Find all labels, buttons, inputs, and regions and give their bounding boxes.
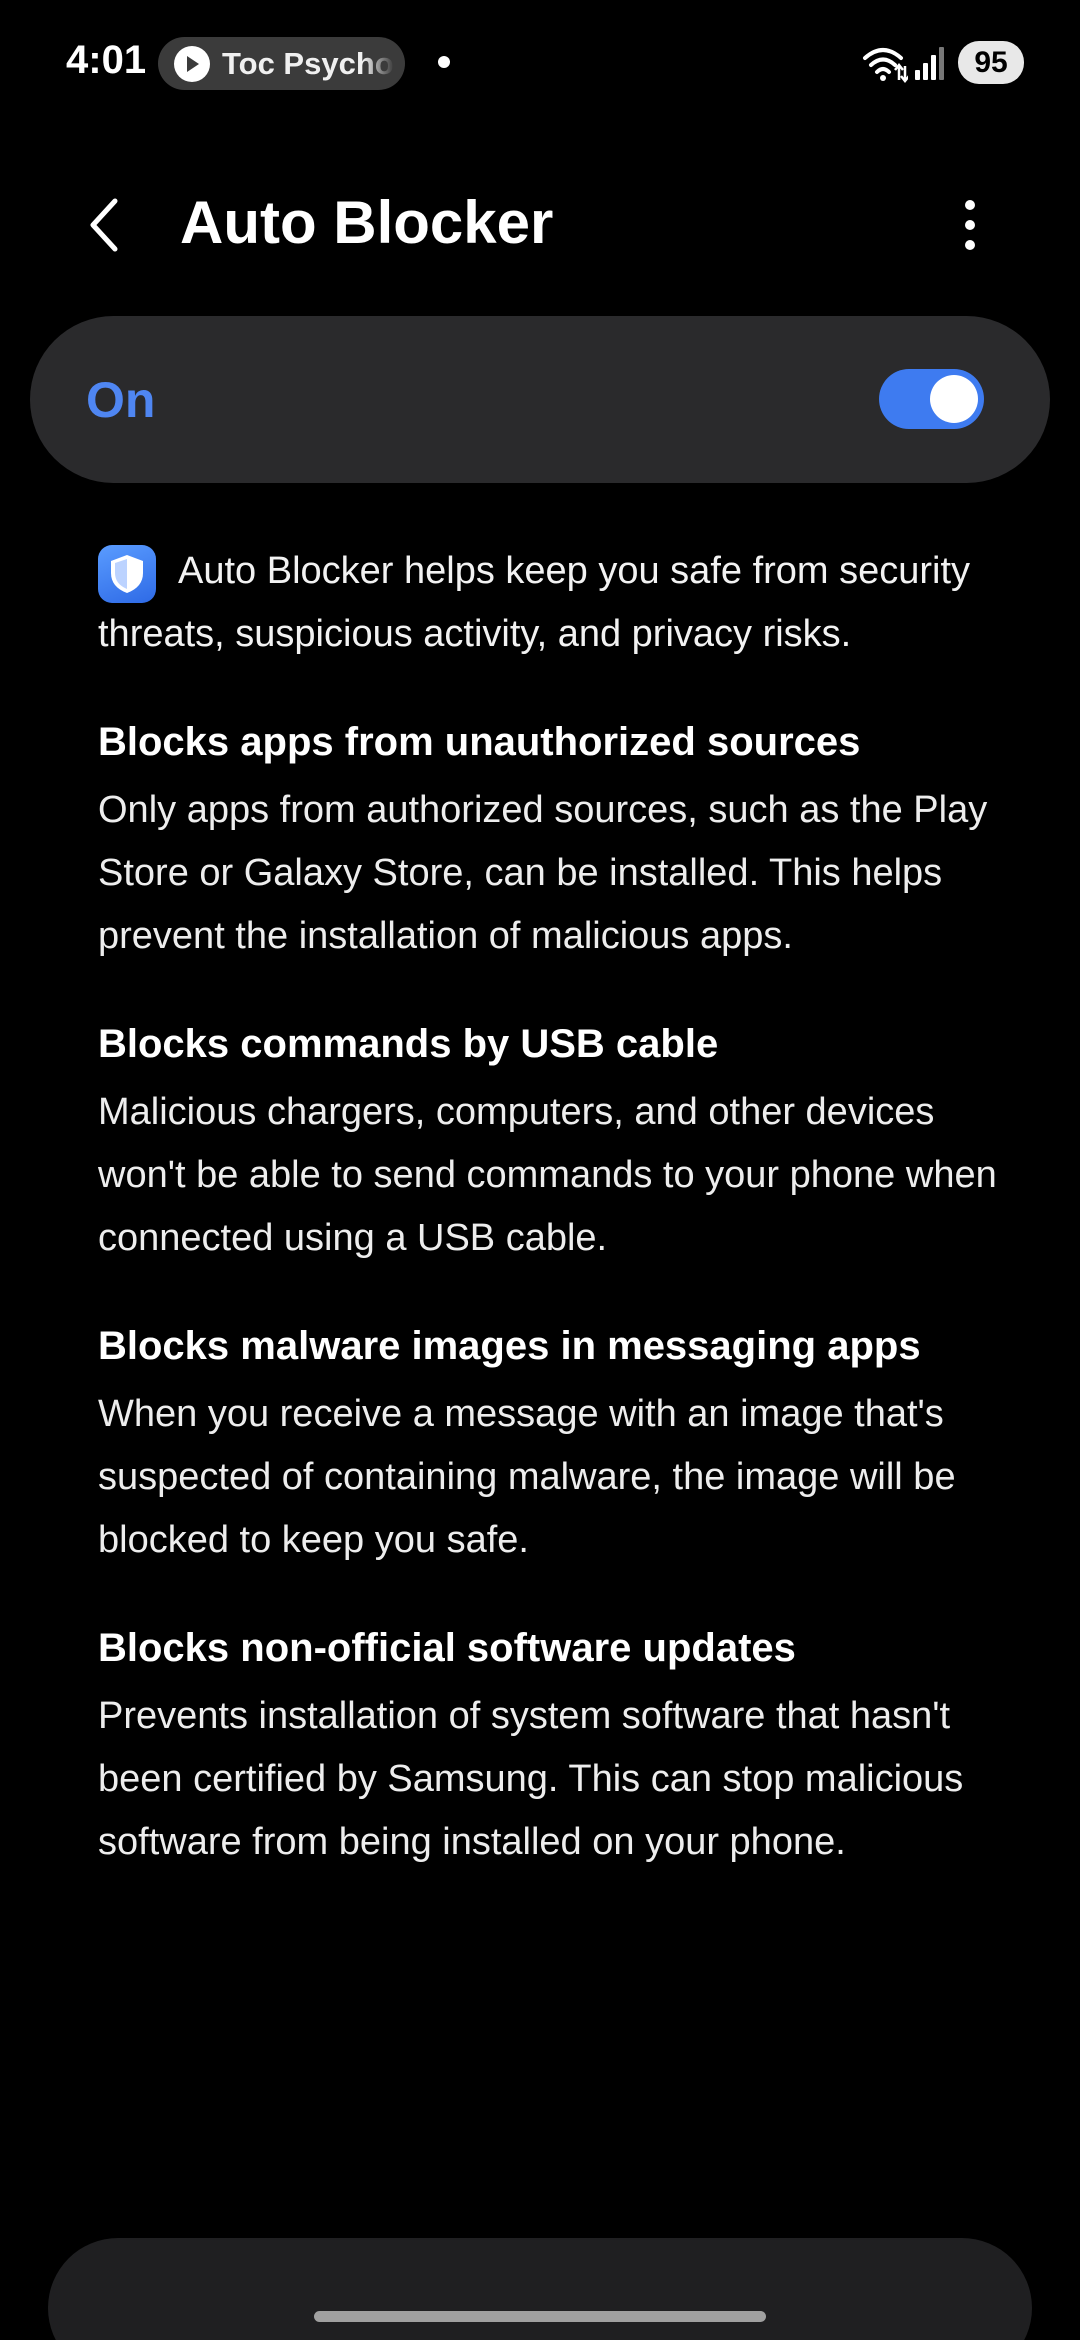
intro-paragraph: Auto Blocker helps keep you safe from se… [98, 540, 998, 666]
app-bar: Auto Blocker [0, 170, 1080, 270]
section-body: Prevents installation of system software… [98, 1695, 964, 1863]
cellular-signal-icon [915, 47, 944, 80]
next-settings-card[interactable] [48, 2238, 1032, 2340]
section-title: Blocks malware images in messaging apps [98, 1324, 921, 1368]
auto-blocker-toggle[interactable] [879, 369, 984, 429]
page-title: Auto Blocker [180, 189, 554, 256]
section-title: Blocks commands by USB cable [98, 1022, 719, 1066]
media-playing-pill[interactable]: Toc Psycho [158, 37, 405, 90]
wifi-icon [863, 48, 908, 84]
section-body: Malicious chargers, computers, and other… [98, 1091, 997, 1259]
toggle-knob [930, 375, 978, 423]
status-time: 4:01 [66, 38, 147, 82]
section-body: When you receive a message with an image… [98, 1393, 956, 1561]
status-bar: 4:01 Toc Psycho 95 [0, 0, 1080, 130]
more-options-button[interactable] [948, 190, 992, 260]
switch-state-label: On [86, 372, 156, 428]
play-icon [174, 45, 210, 82]
section-title: Blocks apps from unauthorized sources [98, 720, 861, 764]
more-vert-icon [965, 240, 975, 250]
auto-blocker-master-switch[interactable]: On [30, 316, 1050, 483]
section-unauthorized-sources: Blocks apps from unauthorized sources On… [98, 711, 998, 968]
media-title: Toc Psycho [222, 45, 394, 81]
battery-indicator: 95 [958, 41, 1024, 84]
section-title: Blocks non-official software updates [98, 1626, 796, 1670]
section-software-updates: Blocks non-official software updates Pre… [98, 1617, 998, 1874]
notification-dot-icon [438, 56, 450, 68]
shield-icon [98, 545, 156, 603]
section-malware-images: Blocks malware images in messaging apps … [98, 1315, 998, 1572]
description-content: Auto Blocker helps keep you safe from se… [98, 540, 998, 1874]
more-vert-icon [965, 200, 975, 210]
screen: 4:01 Toc Psycho 95 Auto Blocker On Auto … [0, 0, 1080, 2340]
home-indicator[interactable] [314, 2311, 766, 2322]
section-usb-cable: Blocks commands by USB cable Malicious c… [98, 1013, 998, 1270]
intro-text: Auto Blocker helps keep you safe from se… [98, 550, 971, 655]
back-button[interactable] [70, 190, 140, 260]
section-body: Only apps from authorized sources, such … [98, 789, 988, 957]
back-arrow-icon [90, 198, 118, 252]
more-vert-icon [965, 220, 975, 230]
